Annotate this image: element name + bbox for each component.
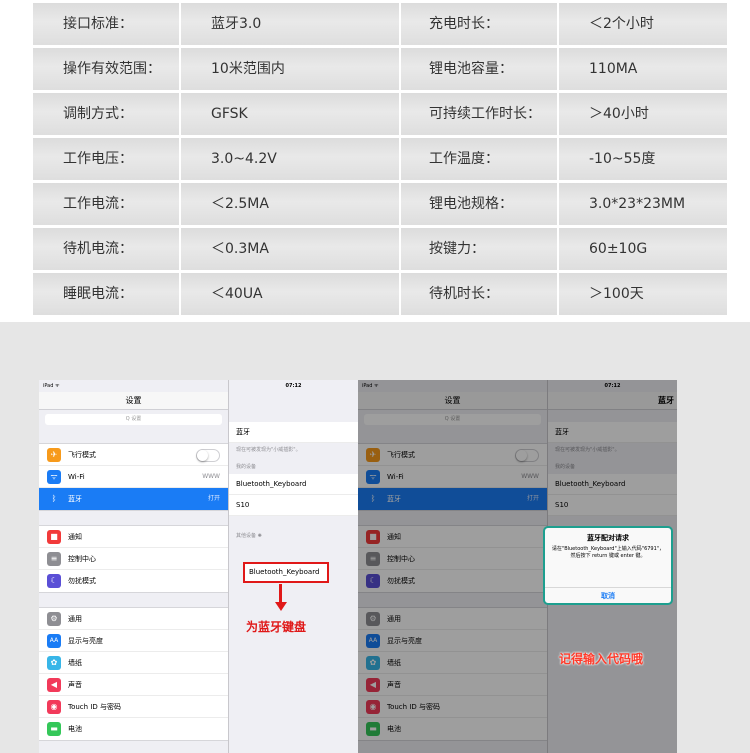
spec-value: 60±10G xyxy=(559,228,727,270)
spec-label: 工作温度： xyxy=(401,138,557,180)
battery-icon: ▬ xyxy=(47,722,61,736)
status-bar: iPad ᯤ xyxy=(43,383,60,389)
sidebar-item-dnd[interactable]: ☾ 勿扰模式 xyxy=(39,570,228,592)
sidebar-item-battery[interactable]: ▬ 电池 xyxy=(39,718,228,740)
other-devices-header: 其他设备 ✺ xyxy=(236,533,262,539)
sidebar-item-sounds[interactable]: ◀ 声音 xyxy=(39,674,228,696)
wifi-icon: ᯤ xyxy=(47,470,61,484)
annotation-for-keyboard: 为蓝牙键盘 xyxy=(246,620,307,634)
sidebar-item-airplane[interactable]: ✈ 飞行模式 xyxy=(39,444,228,466)
spec-label: 充电时长： xyxy=(401,3,557,45)
fingerprint-icon: ◉ xyxy=(47,700,61,714)
spec-label: 待机时长： xyxy=(401,273,557,315)
settings-sidebar: iPad ᯤ 设置 Q 设置 ✈ 飞行模式 ᯤ Wi-Fi WWW ᛒ 蓝牙 打… xyxy=(39,380,229,753)
device-row-s10[interactable]: S10 xyxy=(229,495,358,516)
sidebar-item-display[interactable]: AA 显示与亮度 xyxy=(39,630,228,652)
spec-row: 待机电流： ＜0.3MA 按键力： 60±10G xyxy=(33,228,727,270)
spec-value: ＜40UA xyxy=(181,273,399,315)
spec-row: 接口标准： 蓝牙3.0 充电时长： ＜2个小时 xyxy=(33,3,727,45)
sidebar-item-general[interactable]: ⚙ 通用 xyxy=(39,608,228,630)
spec-value: ＞40小时 xyxy=(559,93,727,135)
cancel-button[interactable]: 取消 xyxy=(545,587,671,603)
spec-value: 110MA xyxy=(559,48,727,90)
spec-label: 工作电流： xyxy=(33,183,179,225)
spec-value: ＜2.5MA xyxy=(181,183,399,225)
spec-label: 接口标准： xyxy=(33,3,179,45)
ipad-screen-left: iPad ᯤ 设置 Q 设置 ✈ 飞行模式 ᯤ Wi-Fi WWW ᛒ 蓝牙 打… xyxy=(39,380,358,753)
spec-value: -10~55度 xyxy=(559,138,727,180)
spec-value: 10米范围内 xyxy=(181,48,399,90)
sidebar-item-control-center[interactable]: ≡ 控制中心 xyxy=(39,548,228,570)
status-time: 07:12 xyxy=(285,383,302,389)
spec-label: 工作电压： xyxy=(33,138,179,180)
settings-group-general: ⚙ 通用 AA 显示与亮度 ✿ 墙纸 ◀ 声音 ◉ Touch ID 与密码 ▬… xyxy=(39,607,228,741)
discoverable-note: 现在可被发现为"小威插影"。 xyxy=(236,447,301,453)
moon-icon: ☾ xyxy=(47,574,61,588)
notifications-icon: ■ xyxy=(47,530,61,544)
airplane-toggle[interactable] xyxy=(196,449,220,462)
gear-icon: ⚙ xyxy=(47,612,61,626)
sidebar-item-bluetooth[interactable]: ᛒ 蓝牙 打开 xyxy=(39,488,228,510)
settings-title: 设置 xyxy=(39,392,228,410)
spec-value: 蓝牙3.0 xyxy=(181,3,399,45)
spec-row: 工作电流： ＜2.5MA 锂电池规格： 3.0*23*23MM xyxy=(33,183,727,225)
airplane-icon: ✈ xyxy=(47,448,61,462)
arrow-shaft xyxy=(279,584,282,603)
sidebar-item-wifi[interactable]: ᯤ Wi-Fi WWW xyxy=(39,466,228,488)
spec-table-section: 接口标准： 蓝牙3.0 充电时长： ＜2个小时 操作有效范围： 10米范围内 锂电池容量： 1… xyxy=(0,0,750,322)
spec-row: 操作有效范围： 10米范围内 锂电池容量： 110MA xyxy=(33,48,727,90)
spec-label: 操作有效范围： xyxy=(33,48,179,90)
annotation-remember-code: 记得输入代码哦 xyxy=(559,652,644,666)
search-input[interactable]: Q 设置 xyxy=(45,414,222,425)
my-devices-header: 我的设备 xyxy=(236,464,257,470)
spec-value: ＜0.3MA xyxy=(181,228,399,270)
dialog-message: 请在"Bluetooth_Keyboard"上输入代码"6791"，然后按下 r… xyxy=(551,546,665,559)
display-icon: AA xyxy=(47,634,61,648)
spec-value: GFSK xyxy=(181,93,399,135)
sidebar-item-touchid[interactable]: ◉ Touch ID 与密码 xyxy=(39,696,228,718)
arrow-down-icon xyxy=(275,602,287,611)
settings-group-notifications: ■ 通知 ≡ 控制中心 ☾ 勿扰模式 xyxy=(39,525,228,593)
spec-row: 睡眠电流： ＜40UA 待机时长： ＞100天 xyxy=(33,273,727,315)
ipad-screenshots: iPad ᯤ 设置 Q 设置 ✈ 飞行模式 ᯤ Wi-Fi WWW ᛒ 蓝牙 打… xyxy=(0,322,750,753)
spec-label: 调制方式： xyxy=(33,93,179,135)
spec-label: 锂电池规格： xyxy=(401,183,557,225)
spec-row: 工作电压： 3.0~4.2V 工作温度： -10~55度 xyxy=(33,138,727,180)
control-center-icon: ≡ xyxy=(47,552,61,566)
device-row-keyboard[interactable]: Bluetooth_Keyboard xyxy=(229,474,358,495)
spec-label: 待机电流： xyxy=(33,228,179,270)
ipad-screen-right: iPad ᯤ 设置 Q 设置 ✈ 飞行模式 ᯤ Wi-Fi WWW ᛒ 蓝牙 打… xyxy=(358,380,677,753)
spec-value: ＞100天 xyxy=(559,273,727,315)
other-device-keyboard-highlight[interactable]: Bluetooth_Keyboard xyxy=(243,562,329,583)
spec-value: ＜2个小时 xyxy=(559,3,727,45)
spec-label: 睡眠电流： xyxy=(33,273,179,315)
spec-label: 锂电池容量： xyxy=(401,48,557,90)
sidebar-item-notifications[interactable]: ■ 通知 xyxy=(39,526,228,548)
spec-value: 3.0~4.2V xyxy=(181,138,399,180)
dialog-title: 蓝牙配对请求 xyxy=(587,534,629,542)
spec-value: 3.0*23*23MM xyxy=(559,183,727,225)
speaker-icon: ◀ xyxy=(47,678,61,692)
settings-group-connectivity: ✈ 飞行模式 ᯤ Wi-Fi WWW ᛒ 蓝牙 打开 xyxy=(39,443,228,511)
spinner-icon: ✺ xyxy=(257,533,262,539)
sidebar-item-wallpaper[interactable]: ✿ 墙纸 xyxy=(39,652,228,674)
spec-label: 可持续工作时长： xyxy=(401,93,557,135)
wallpaper-icon: ✿ xyxy=(47,656,61,670)
bluetooth-icon: ᛒ xyxy=(47,492,61,506)
bluetooth-toggle-row[interactable]: 蓝牙 xyxy=(229,422,358,443)
spec-row: 调制方式： GFSK 可持续工作时长： ＞40小时 xyxy=(33,93,727,135)
pairing-dialog: 蓝牙配对请求 请在"Bluetooth_Keyboard"上输入代码"6791"… xyxy=(543,526,673,605)
spec-label: 按键力： xyxy=(401,228,557,270)
